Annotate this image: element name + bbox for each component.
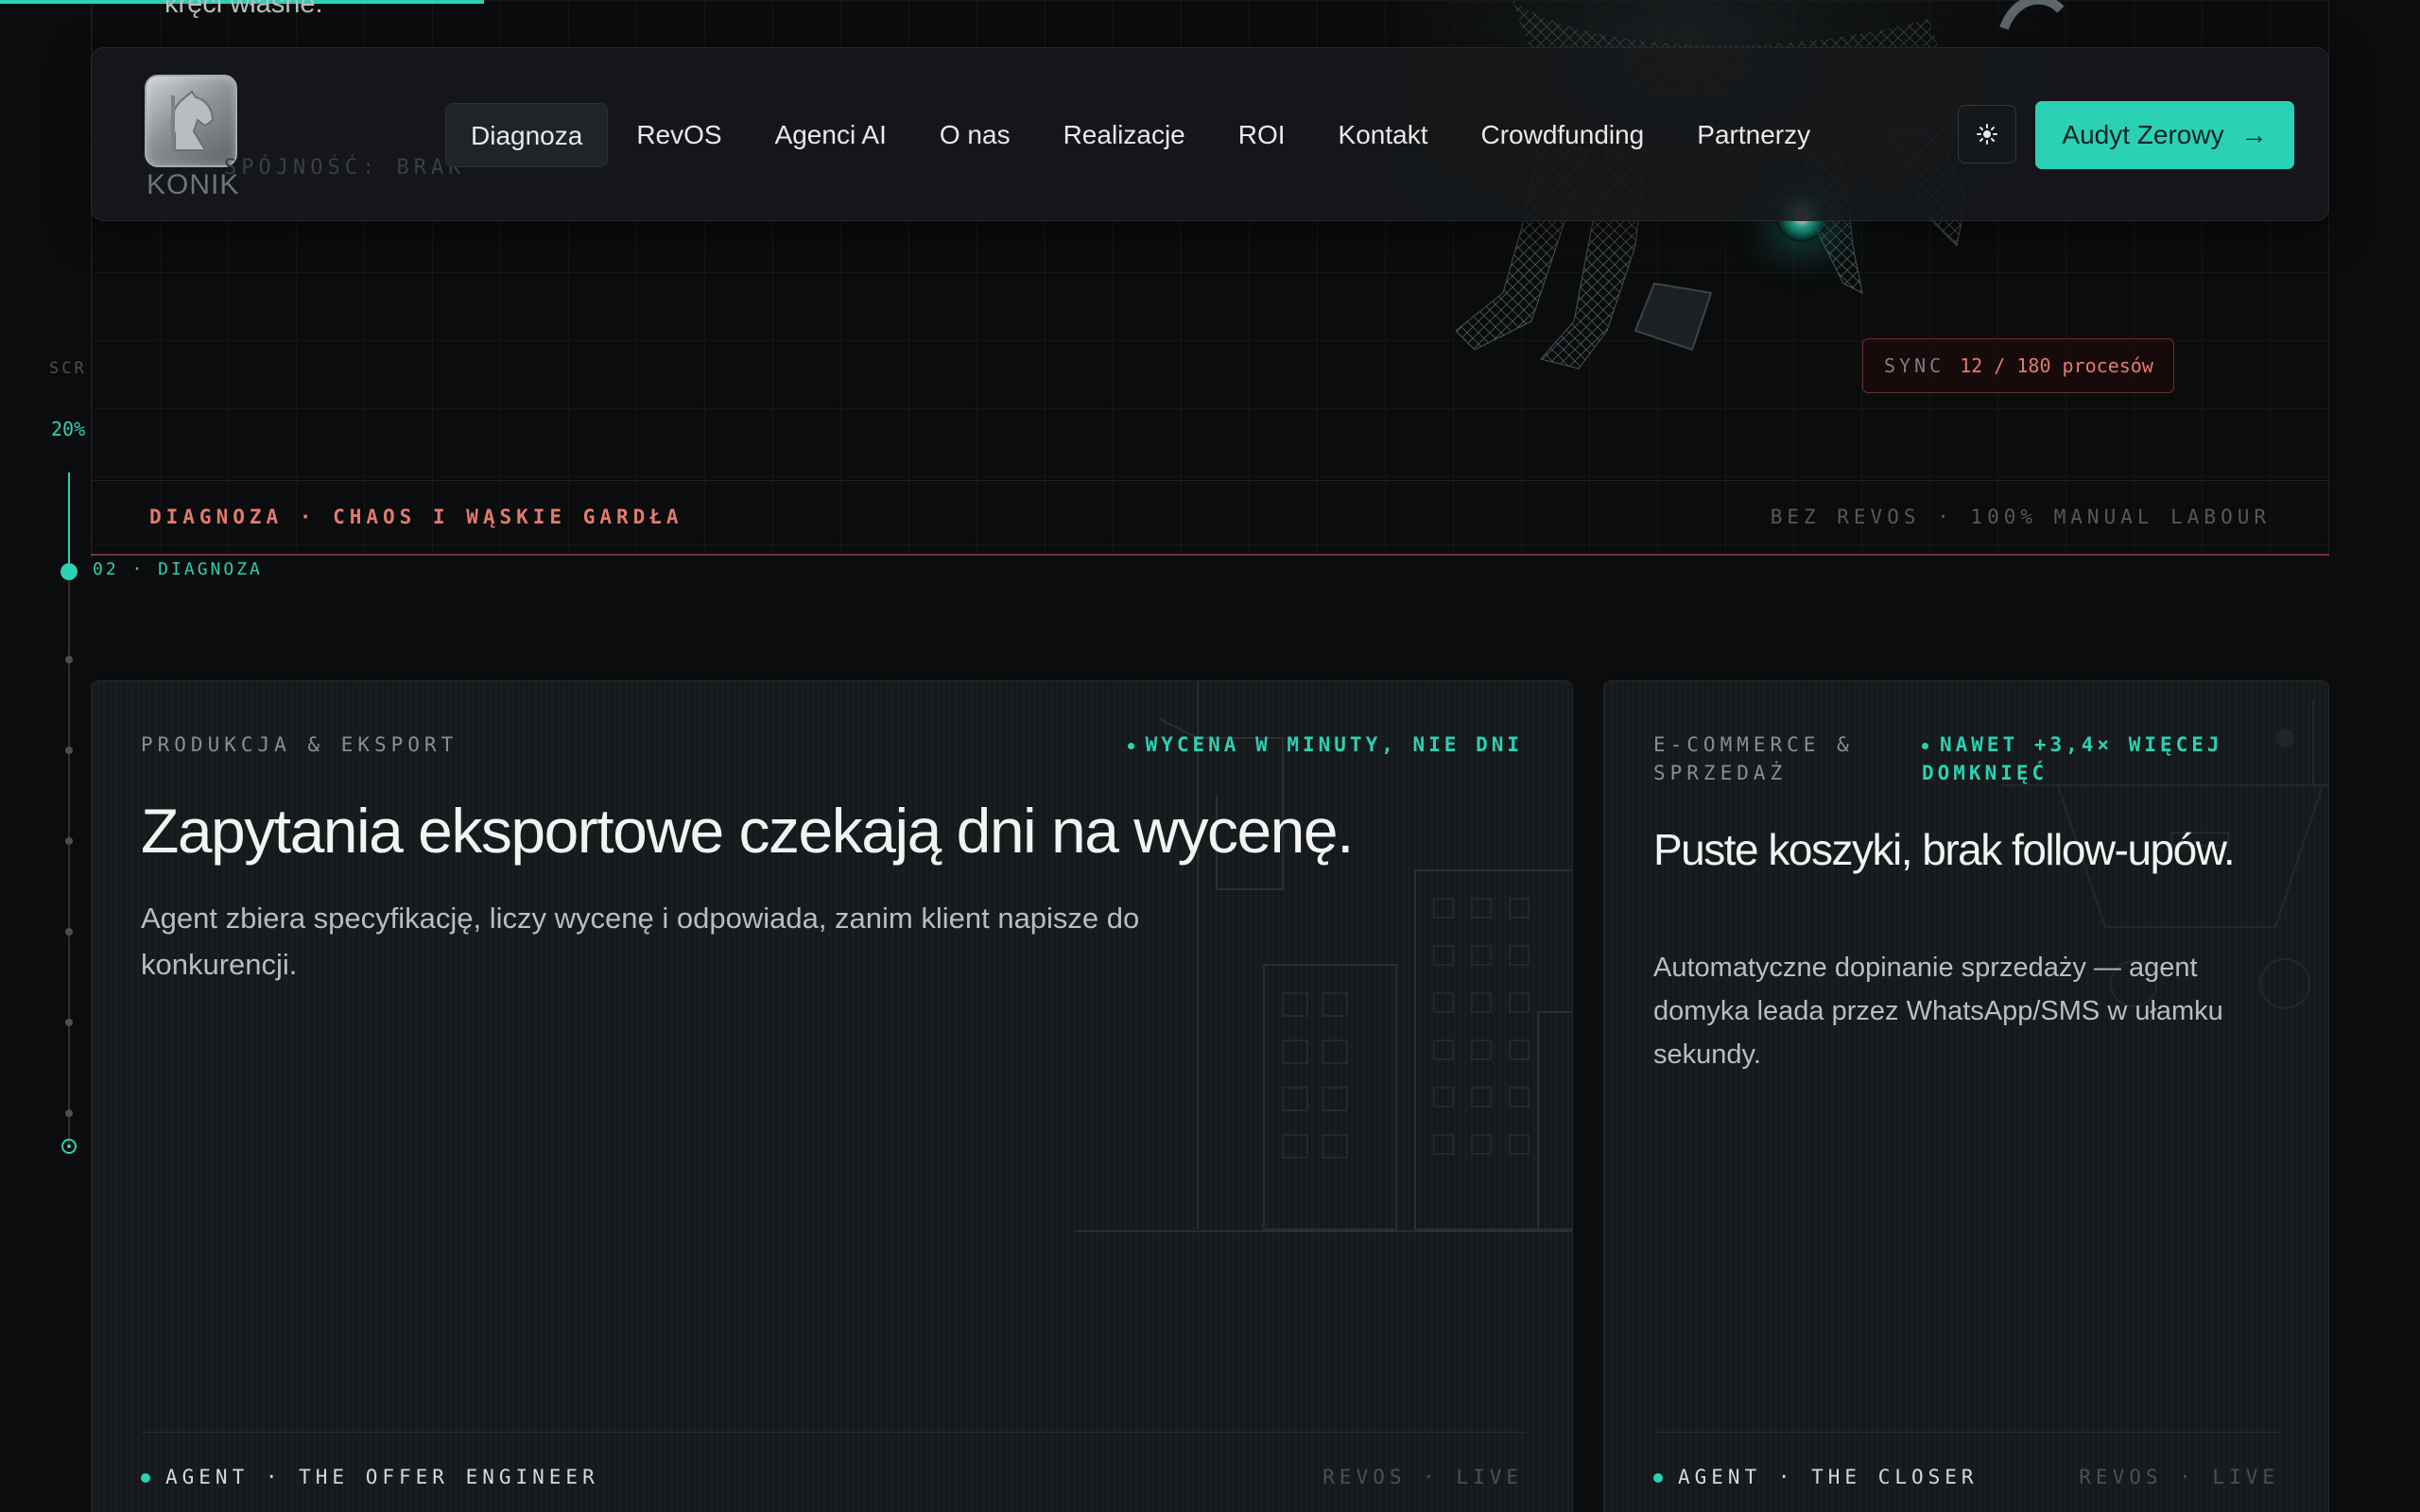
rail-dot[interactable] — [65, 656, 73, 663]
cta-label: Audyt Zerowy — [2062, 120, 2224, 149]
nav-item-partnerzy[interactable]: Partnerzy — [1672, 103, 1835, 167]
tag-dot-icon — [1127, 742, 1134, 749]
scroll-percent: 20% — [51, 418, 86, 440]
diagnosis-band: DIAGNOZA · CHAOS I WĄSKIE GARDŁA BEZ REV… — [91, 480, 2329, 556]
status-dot-icon — [141, 1473, 150, 1483]
rail-dot[interactable] — [65, 928, 73, 936]
card-divider — [141, 1432, 1525, 1433]
card-title: Zapytania eksportowe czekają dni na wyce… — [141, 796, 1354, 866]
nav-item-agenci-ai[interactable]: Agenci AI — [751, 103, 911, 167]
rail-dot-active[interactable] — [60, 563, 78, 580]
card-title: Puste koszyki, brak follow-upów. — [1653, 825, 2236, 874]
card-tag-text: WYCENA W MINUTY, NIE DNI — [1145, 733, 1523, 756]
agent-name: AGENT · THE OFFER ENGINEER — [165, 1466, 599, 1488]
hero-ghost-text: SPÓJNOŚĆ: BRAK — [224, 156, 466, 180]
sync-label: SYNC — [1884, 354, 1945, 377]
card-sector: PRODUKCJA & EKSPORT — [141, 733, 458, 756]
hero-text: kręci własne. — [164, 0, 323, 19]
nav-item-revos[interactable]: RevOS — [612, 103, 746, 167]
scroll-rail-progress — [68, 472, 70, 571]
nav-item-crowdfunding[interactable]: Crowdfunding — [1456, 103, 1668, 167]
tag-dot-icon — [1922, 742, 1928, 749]
rail-dot[interactable] — [65, 1109, 73, 1117]
rail-dot[interactable] — [65, 1019, 73, 1026]
agent-name: AGENT · THE CLOSER — [1678, 1466, 1979, 1488]
sync-status-badge: SYNC 12 / 180 procesów — [1862, 338, 2174, 393]
nav-item-kontakt[interactable]: Kontakt — [1314, 103, 1453, 167]
audit-cta-button[interactable]: Audyt Zerowy → — [2035, 101, 2294, 169]
agent-status: REVOS · LIVE — [2079, 1466, 2279, 1488]
card-production-export[interactable]: PRODUKCJA & EKSPORT WYCENA W MINUTY, NIE… — [91, 680, 1573, 1512]
sync-value: 12 / 180 procesów — [1960, 354, 2153, 377]
logo[interactable] — [145, 75, 237, 167]
knight-logo-icon — [170, 90, 215, 151]
nav-item-o-nas[interactable]: O nas — [915, 103, 1035, 167]
card-sector: E-COMMERCE & SPRZEDAŻ — [1653, 733, 1854, 784]
card-divider — [1653, 1432, 2281, 1433]
theme-toggle-button[interactable] — [1958, 105, 2016, 163]
nav-links: Diagnoza RevOS Agenci AI O nas Realizacj… — [445, 103, 1835, 167]
arrow-right-icon: → — [2240, 120, 2268, 149]
agent-status: REVOS · LIVE — [1322, 1466, 1523, 1488]
card-tag: NAWET +3,4× WIĘCEJ DOMKNIĘĆ — [1922, 730, 2243, 787]
rail-dot[interactable] — [65, 837, 73, 845]
nav-item-roi[interactable]: ROI — [1214, 103, 1310, 167]
rail-end-marker[interactable] — [61, 1139, 77, 1154]
main-navbar: KONIK SPÓJNOŚĆ: BRAK Diagnoza RevOS Agen… — [91, 47, 2329, 221]
scroll-label: SCR — [49, 359, 87, 378]
card-tag: WYCENA W MINUTY, NIE DNI — [1127, 730, 1523, 759]
card-ecommerce-sales[interactable]: E-COMMERCE & SPRZEDAŻ NAWET +3,4× WIĘCEJ… — [1603, 680, 2329, 1512]
card-tag-text: NAWET +3,4× WIĘCEJ DOMKNIĘĆ — [1922, 733, 2223, 784]
sun-icon — [1977, 124, 1997, 145]
section-marker: 02 · DIAGNOZA — [93, 559, 263, 579]
status-dot-icon — [1653, 1473, 1663, 1483]
card-description: Agent zbiera specyfikację, liczy wycenę … — [141, 902, 1140, 981]
nav-item-realizacje[interactable]: Realizacje — [1039, 103, 1210, 167]
agent-label: AGENT · THE CLOSER — [1653, 1466, 1979, 1488]
rail-dot[interactable] — [65, 747, 73, 754]
card-description: Automatyczne dopinanie sprzedaży — agent… — [1653, 953, 2223, 1070]
diagnosis-title: DIAGNOZA · CHAOS I WĄSKIE GARDŁA — [149, 506, 683, 528]
agent-label: AGENT · THE OFFER ENGINEER — [141, 1466, 599, 1488]
diagnosis-side-label: BEZ REVOS · 100% MANUAL LABOUR — [1770, 506, 2271, 528]
nav-item-diagnoza[interactable]: Diagnoza — [445, 103, 609, 167]
